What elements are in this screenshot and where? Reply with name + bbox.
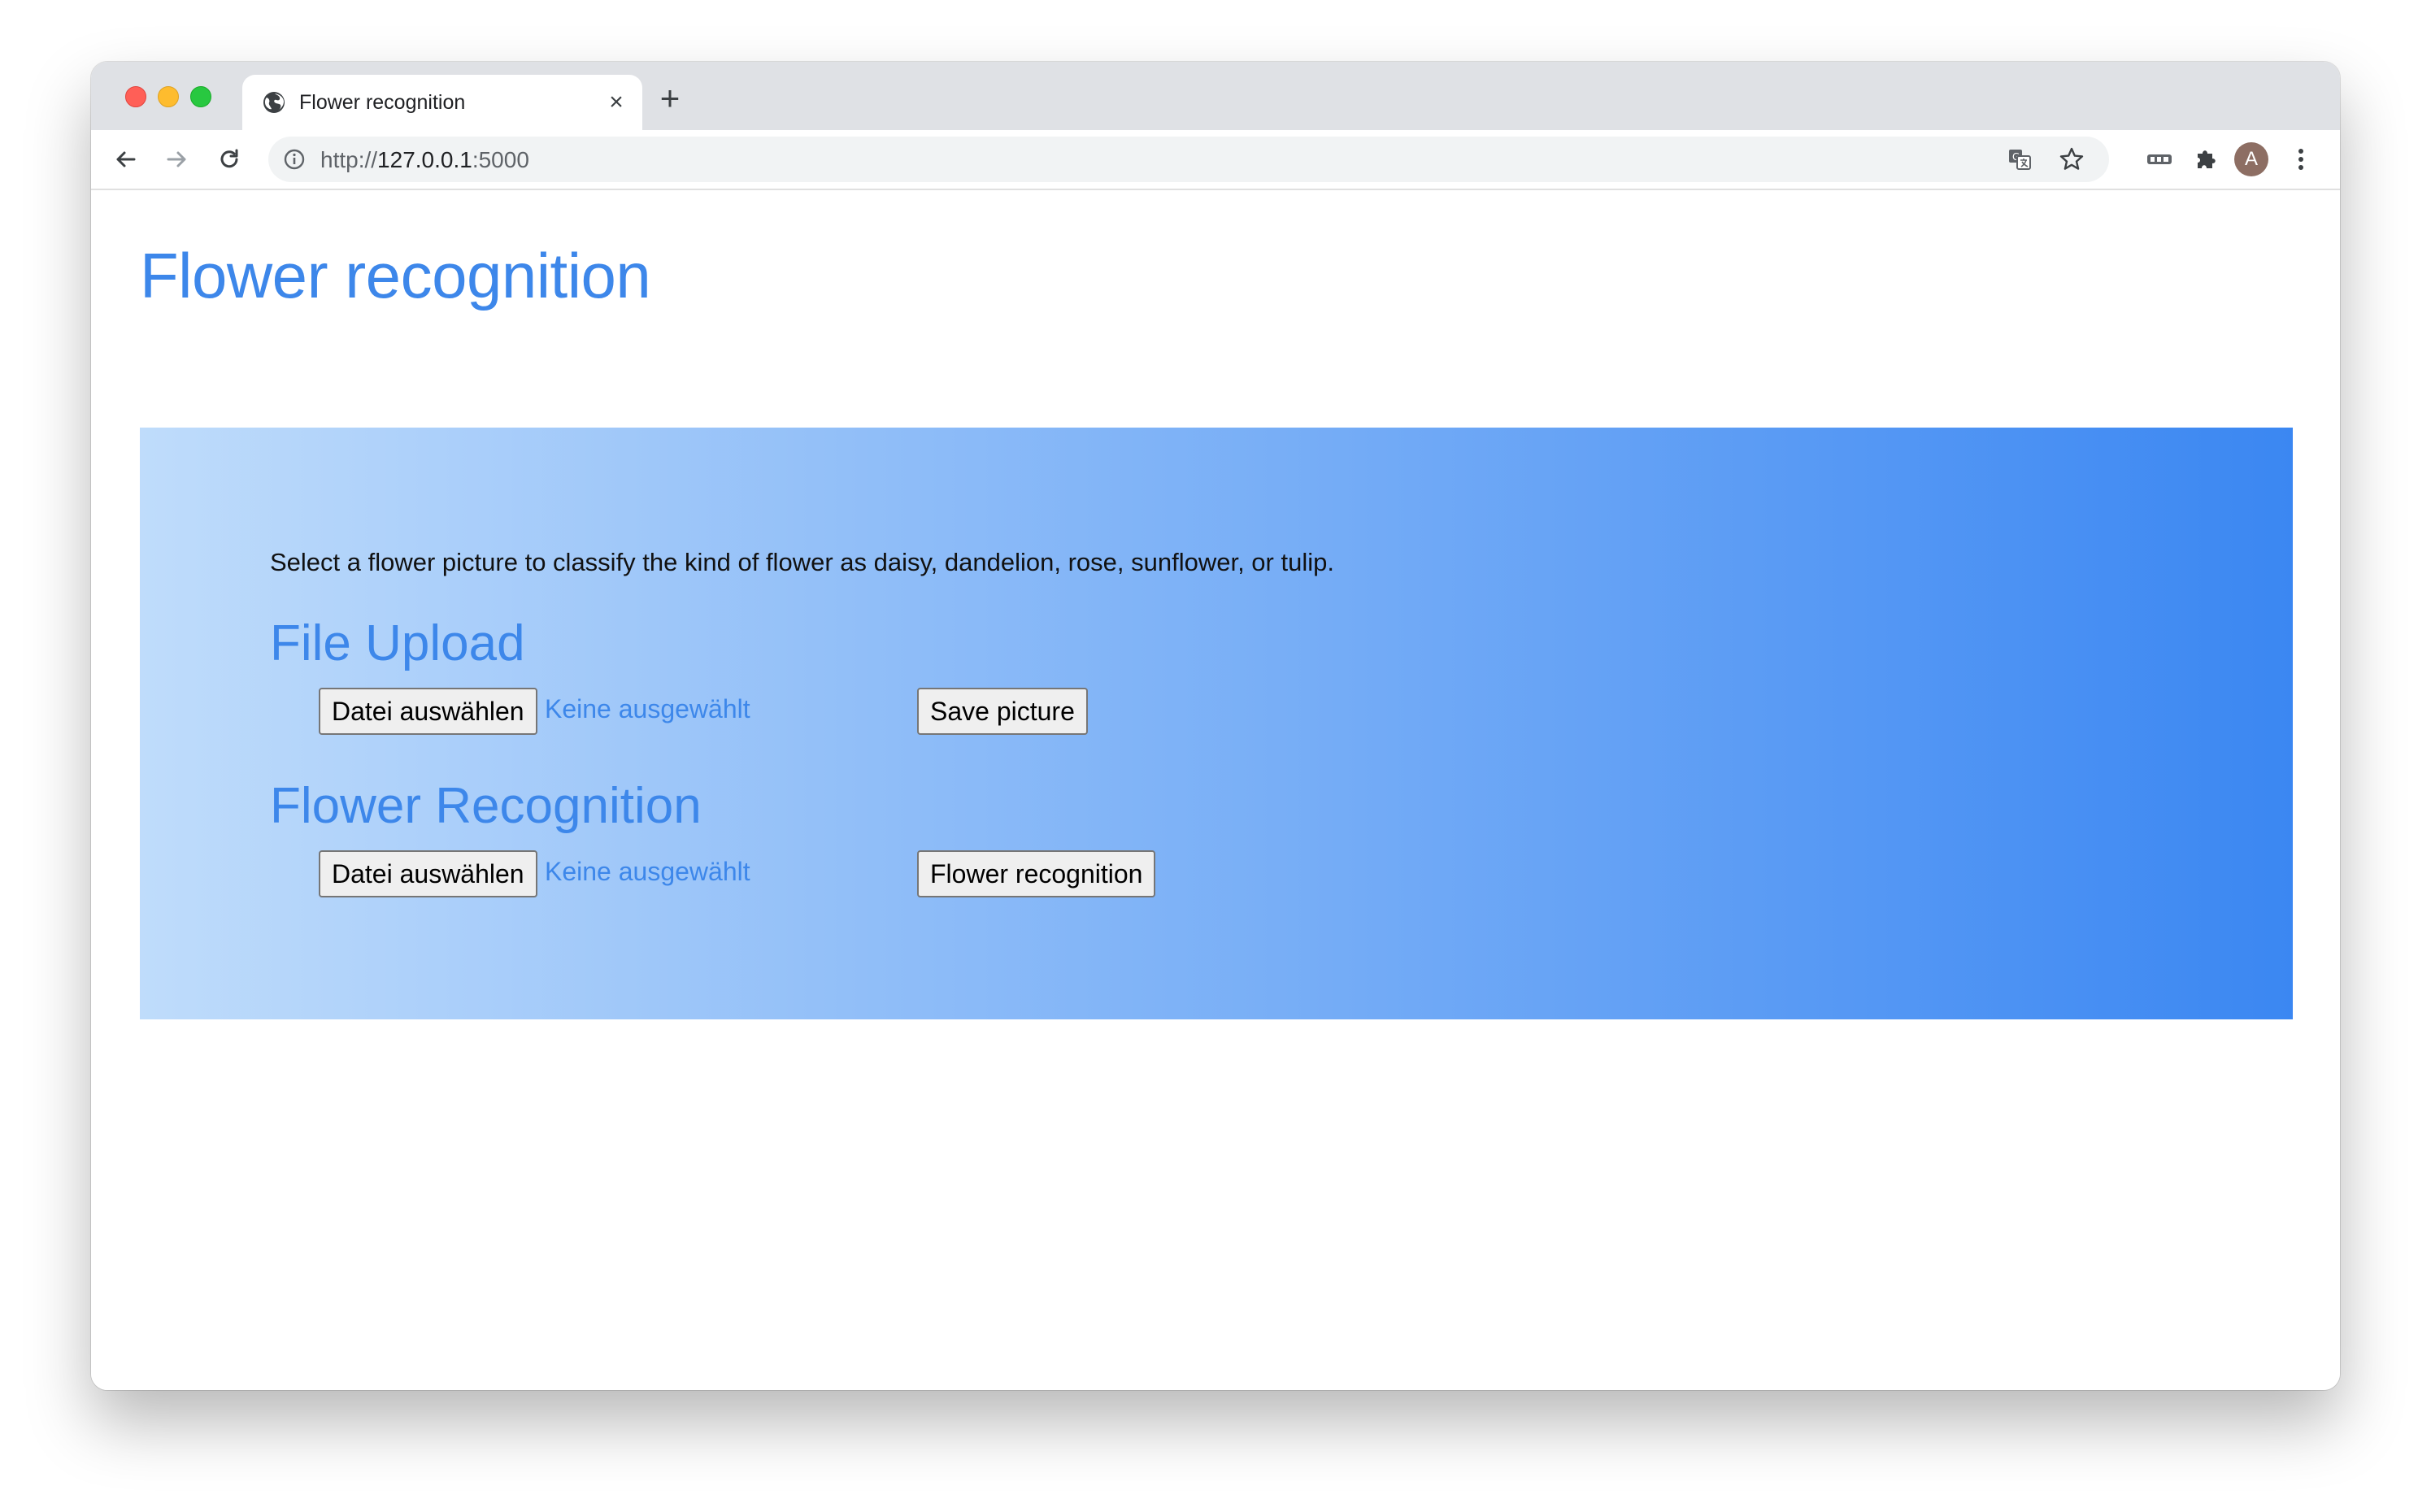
page-title: Flower recognition (140, 240, 651, 311)
tab-strip: Flower recognition × + (91, 62, 2340, 130)
address-bar[interactable]: http://127.0.0.1:5000 G (268, 137, 2109, 182)
upload-choose-file-button[interactable]: Datei auswählen (319, 688, 537, 735)
flower-recognition-button[interactable]: Flower recognition (917, 850, 1156, 897)
translate-icon[interactable]: G (2007, 146, 2033, 172)
tab-close-icon[interactable]: × (603, 89, 629, 115)
url-host: 127.0.0.1 (377, 147, 472, 172)
forward-icon[interactable] (159, 141, 195, 177)
minimize-window-button[interactable] (158, 86, 179, 107)
page-content: Flower recognition Select a flower pictu… (91, 190, 2340, 1390)
reading-mode-icon[interactable] (2145, 145, 2174, 174)
recognition-choose-file-button[interactable]: Datei auswählen (319, 850, 537, 897)
back-icon[interactable] (107, 141, 143, 177)
browser-window: Flower recognition × + http://127.0.0.1:… (91, 62, 2340, 1390)
more-menu-icon[interactable] (2286, 145, 2316, 174)
extensions-puzzle-icon[interactable] (2192, 145, 2221, 174)
bookmark-star-icon[interactable] (2059, 146, 2085, 172)
maximize-window-button[interactable] (190, 86, 211, 107)
recognition-file-status: Keine ausgewählt (545, 857, 750, 886)
address-url: http://127.0.0.1:5000 (320, 147, 529, 173)
recognition-panel: Select a flower picture to classify the … (140, 428, 2293, 1019)
browser-tab[interactable]: Flower recognition × (242, 75, 642, 130)
upload-file-status: Keine ausgewählt (545, 694, 750, 723)
url-scheme: http:// (320, 147, 378, 172)
tab-title: Flower recognition (299, 91, 466, 114)
flower-recognition-heading: Flower Recognition (270, 778, 702, 834)
globe-icon (262, 90, 286, 115)
intro-text: Select a flower picture to classify the … (270, 548, 1334, 576)
browser-toolbar: http://127.0.0.1:5000 G A (91, 130, 2340, 190)
reload-icon[interactable] (211, 141, 247, 177)
site-info-icon[interactable] (283, 148, 306, 171)
close-window-button[interactable] (125, 86, 146, 107)
save-picture-button[interactable]: Save picture (917, 688, 1088, 735)
file-upload-heading: File Upload (270, 615, 525, 671)
new-tab-button[interactable]: + (654, 81, 686, 115)
url-port: :5000 (472, 147, 529, 172)
profile-avatar[interactable]: A (2234, 142, 2268, 176)
screen: Flower recognition × + http://127.0.0.1:… (0, 0, 2431, 1512)
